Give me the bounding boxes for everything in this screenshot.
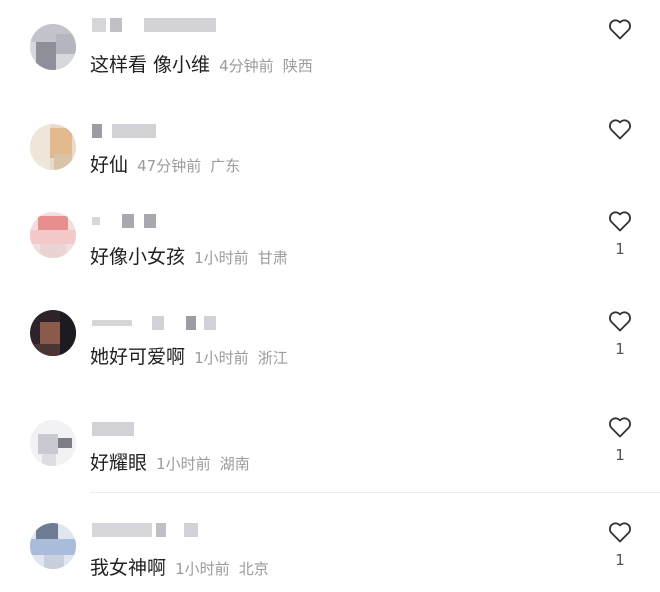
comment-item: 好耀眼 1小时前 湖南 1 [0,400,660,492]
like-button[interactable] [606,18,634,48]
comment-location: 北京 [238,560,269,578]
heart-outline-icon [609,311,631,332]
comment-item: 这样看 像小维 4分钟前 陕西 [0,0,660,100]
comment-time: 47分钟前 [137,157,202,175]
heart-outline-icon [609,211,631,232]
comment-location: 甘肃 [257,249,288,267]
comment-time: 1小时前 [156,455,211,473]
avatar[interactable] [30,24,76,70]
username-redacted[interactable] [92,523,202,537]
comment-location: 广东 [210,157,241,175]
comment-item: 好像小女孩 1小时前 甘肃 1 [0,200,660,300]
heart-outline-icon [609,19,631,40]
comment-text: 这样看 像小维 [90,54,211,76]
username-redacted[interactable] [92,124,162,138]
comment-text: 好像小女孩 [90,246,186,268]
comment-location: 陕西 [282,57,313,75]
avatar[interactable] [30,124,76,170]
avatar[interactable] [30,420,76,466]
heart-outline-icon [609,417,631,438]
comment-item: 好仙 47分钟前 广东 [0,100,660,200]
comment-text: 她好可爱啊 [90,346,186,368]
like-button[interactable]: 1 [606,210,634,258]
like-button[interactable]: 1 [606,310,634,358]
like-button[interactable]: 1 [606,521,634,569]
avatar[interactable] [30,310,76,356]
username-redacted[interactable] [92,214,162,228]
like-count: 1 [615,446,625,464]
comment-text: 好耀眼 [90,452,148,474]
heart-outline-icon [609,119,631,140]
comment-time: 1小时前 [194,349,249,367]
like-count: 1 [615,240,625,258]
like-button[interactable] [606,118,634,148]
comment-text: 我女神啊 [90,557,167,579]
like-count: 1 [615,340,625,358]
heart-outline-icon [609,522,631,543]
comment-item: 她好可爱啊 1小时前 浙江 1 [0,300,660,400]
avatar[interactable] [30,212,76,258]
comment-time: 1小时前 [194,249,249,267]
comment-text: 好仙 [90,154,129,176]
like-count: 1 [615,551,625,569]
comment-location: 湖南 [219,455,250,473]
username-redacted[interactable] [92,422,138,436]
comment-item: 我女神啊 1小时前 北京 1 [0,493,660,592]
username-redacted[interactable] [92,316,222,330]
comment-time: 4分钟前 [219,57,274,75]
comment-time: 1小时前 [175,560,230,578]
like-button[interactable]: 1 [606,416,634,464]
username-redacted[interactable] [92,18,222,32]
avatar[interactable] [30,523,76,569]
comment-location: 浙江 [257,349,288,367]
